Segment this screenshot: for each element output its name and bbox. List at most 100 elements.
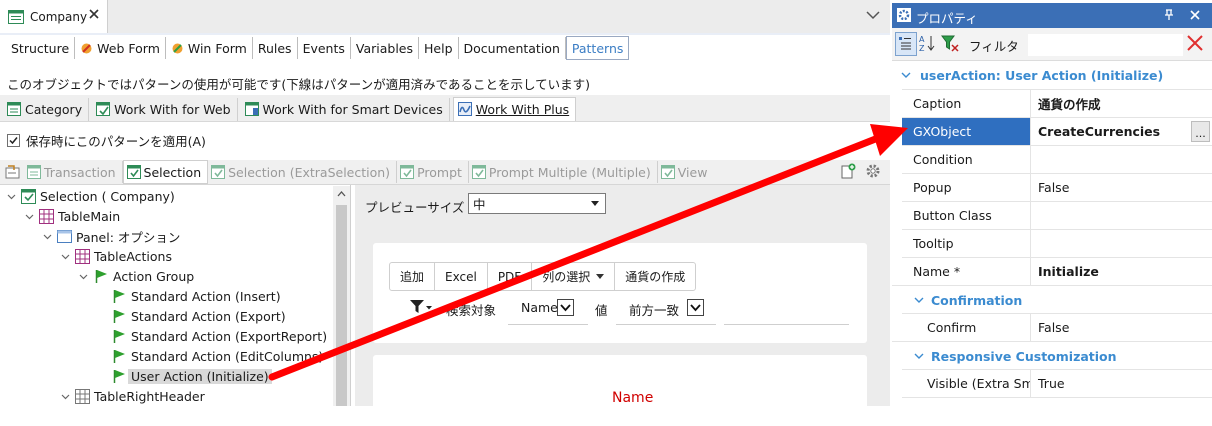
- tab-label: Work With Plus: [475, 102, 570, 117]
- clear-filter-icon[interactable]: [1187, 35, 1203, 51]
- property-row-condition[interactable]: Condition: [902, 145, 1212, 174]
- tree-node[interactable]: TableMain: [39, 206, 120, 226]
- filter-funnel-icon[interactable]: [941, 34, 959, 52]
- property-value[interactable]: [1032, 146, 1210, 173]
- insert-button[interactable]: 追加: [390, 263, 436, 290]
- instance-tab-transaction[interactable]: Transaction: [24, 161, 123, 183]
- property-row-caption[interactable]: Caption 通貨の作成: [902, 89, 1212, 118]
- tab-variables[interactable]: Variables: [351, 37, 420, 59]
- property-row-tooltip[interactable]: Tooltip: [902, 229, 1212, 258]
- chevron-up-icon[interactable]: [336, 188, 347, 200]
- tree-node[interactable]: Standard Action (Insert): [113, 286, 281, 306]
- pin-icon[interactable]: [1164, 9, 1174, 21]
- category-responsive[interactable]: Responsive Customization: [892, 341, 1212, 370]
- instance-tab-prompt-multiple[interactable]: Prompt Multiple (Multiple): [469, 161, 658, 183]
- tree-node[interactable]: Panel: オプション: [57, 226, 180, 246]
- instance-tab-selection[interactable]: Selection: [122, 160, 209, 184]
- categorized-view-icon[interactable]: [895, 32, 917, 56]
- tab-label: Category: [25, 102, 83, 117]
- pattern-info-text: このオブジェクトではパターンの使用が可能です(下線はパターンが適用済みであること…: [7, 77, 591, 92]
- category-confirmation[interactable]: Confirmation: [892, 285, 1212, 314]
- add-instance-icon[interactable]: [840, 163, 856, 179]
- sort-alpha-icon[interactable]: AZ: [919, 34, 935, 52]
- property-value[interactable]: [1032, 202, 1210, 229]
- excel-button[interactable]: Excel: [435, 263, 488, 290]
- category-user-action[interactable]: userAction: User Action (Initialize): [892, 61, 1212, 89]
- property-value[interactable]: True: [1032, 370, 1210, 397]
- tab-web-form[interactable]: Web Form: [75, 37, 166, 59]
- pattern-tab-work-with-smart-devices[interactable]: Work With for Smart Devices: [241, 98, 450, 121]
- chevron-down-icon[interactable]: [25, 212, 34, 221]
- chevron-down-icon[interactable]: [7, 192, 16, 201]
- tab-rules[interactable]: Rules: [253, 37, 298, 59]
- property-row-confirm[interactable]: Confirm False: [902, 313, 1212, 342]
- flag-icon: [113, 289, 126, 304]
- match-mode-select[interactable]: [687, 299, 704, 316]
- property-value[interactable]: 通貨の作成: [1032, 90, 1210, 117]
- table-icon: [39, 208, 54, 224]
- pattern-tab-work-with-web[interactable]: Work With for Web: [92, 98, 238, 121]
- chevron-down-icon[interactable]: [866, 10, 880, 20]
- tree-scrollbar-thumb[interactable]: [336, 205, 347, 406]
- close-icon[interactable]: [1189, 9, 1201, 21]
- chevron-down-icon: [914, 353, 924, 359]
- tree-node[interactable]: Standard Action (ExportReport): [113, 326, 327, 346]
- pattern-tab-work-with-plus[interactable]: Work With Plus: [452, 97, 577, 121]
- pattern-tab-category[interactable]: Category: [3, 98, 90, 121]
- tree-node[interactable]: Standard Action (Export): [113, 306, 286, 326]
- tab-help[interactable]: Help: [419, 37, 459, 59]
- tree-node-label: Standard Action (Insert): [131, 288, 281, 304]
- filter-field-select[interactable]: [557, 299, 574, 316]
- prompt-icon: [400, 165, 415, 179]
- property-value[interactable]: [1032, 230, 1210, 257]
- property-row-name[interactable]: Name * Initialize: [902, 257, 1212, 286]
- filter-input[interactable]: [1027, 33, 1184, 57]
- tab-win-form[interactable]: Win Form: [166, 37, 253, 59]
- apply-on-save-row[interactable]: 保存時にこのパターンを適用(A): [7, 131, 206, 150]
- select-columns-button[interactable]: 列の選択: [532, 263, 616, 290]
- chevron-down-icon[interactable]: [43, 232, 52, 241]
- apply-on-save-checkbox[interactable]: [7, 134, 20, 147]
- properties-instance-icon[interactable]: [5, 164, 21, 180]
- create-currency-button[interactable]: 通貨の作成: [615, 263, 695, 290]
- preview-size-select[interactable]: 中: [468, 193, 606, 214]
- tree-node[interactable]: TableRightHeader: [75, 386, 205, 406]
- document-tab-company[interactable]: Company: [0, 0, 108, 33]
- chevron-down-icon[interactable]: [61, 392, 70, 401]
- ellipsis-button[interactable]: ...: [1191, 121, 1210, 142]
- tree-node[interactable]: Selection ( Company): [21, 186, 175, 206]
- property-row-next[interactable]: [902, 397, 1212, 426]
- value-label: 値: [595, 303, 608, 318]
- instance-tab-prompt[interactable]: Prompt: [397, 161, 469, 183]
- chevron-down-icon[interactable]: [61, 252, 70, 261]
- property-row-gxobject[interactable]: GXObject CreateCurrencies ...: [902, 117, 1212, 146]
- property-value[interactable]: CreateCurrencies: [1032, 118, 1210, 145]
- property-value[interactable]: False: [1032, 314, 1210, 341]
- pdf-button[interactable]: PDF: [488, 263, 533, 290]
- tree-node-selected[interactable]: User Action (Initialize): [113, 366, 272, 386]
- tab-structure[interactable]: Structure: [6, 37, 76, 59]
- tree-node[interactable]: Standard Action (EditColumns): [113, 346, 323, 366]
- tab-events[interactable]: Events: [298, 37, 351, 59]
- grid-header-name: Name: [612, 390, 654, 406]
- property-name: Caption: [902, 90, 1031, 117]
- tab-label: Prompt Multiple (Multiple): [488, 164, 651, 180]
- tree-node[interactable]: TableActions: [75, 246, 172, 266]
- property-value[interactable]: False: [1032, 174, 1210, 201]
- value-input-underline[interactable]: [724, 324, 849, 325]
- instance-tab-selection-extra[interactable]: Selection (ExtraSelection): [208, 161, 398, 183]
- property-row-button-class[interactable]: Button Class: [902, 201, 1212, 230]
- gear-icon[interactable]: [865, 163, 881, 179]
- property-row-popup[interactable]: Popup False: [902, 173, 1212, 202]
- tree-node[interactable]: Action Group: [95, 266, 194, 286]
- tab-documentation[interactable]: Documentation: [459, 37, 566, 59]
- field-underline: [616, 324, 716, 325]
- property-value[interactable]: Initialize: [1032, 258, 1210, 285]
- property-row-visible-extra-small[interactable]: Visible (Extra Sm True: [902, 369, 1212, 398]
- chevron-down-icon[interactable]: [79, 272, 88, 281]
- selection-icon: [126, 165, 141, 179]
- tab-patterns[interactable]: Patterns: [565, 36, 630, 60]
- close-icon[interactable]: [88, 8, 100, 20]
- instance-tab-view[interactable]: View: [658, 161, 714, 183]
- filter-icon[interactable]: [410, 300, 432, 314]
